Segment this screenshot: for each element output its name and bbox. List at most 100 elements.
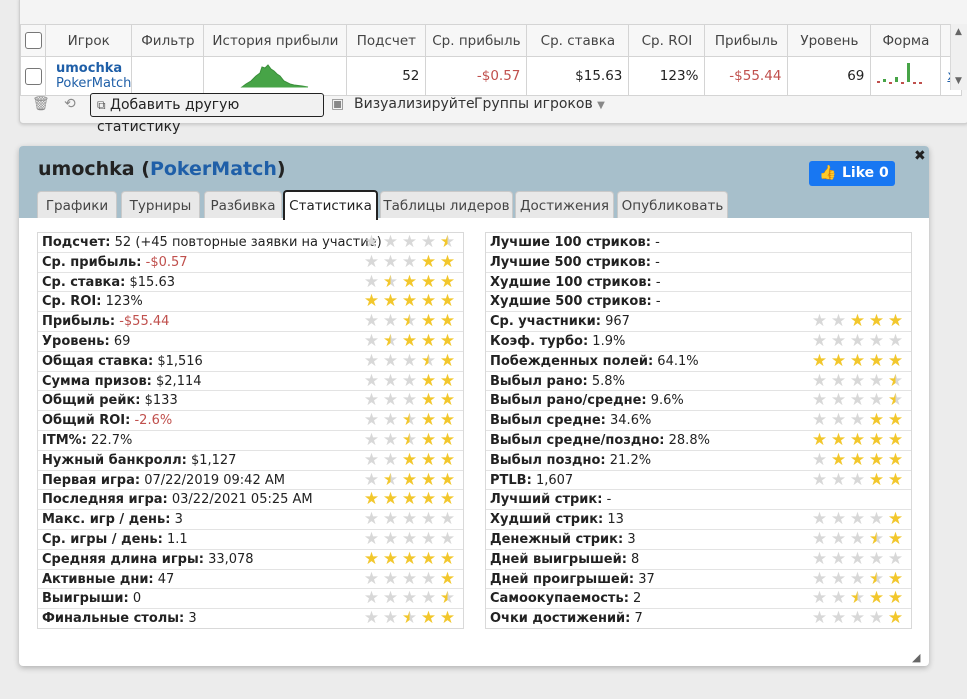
- star-icon: ★: [849, 469, 866, 490]
- stat-row: Первая игра: 07/22/2019 09:42 AM ★ ★ ★ ★ ★: [38, 471, 463, 491]
- stat-label: Сумма призов:: [42, 373, 152, 389]
- stat-label: Выбыл поздно:: [490, 452, 606, 468]
- stat-value: -: [655, 254, 660, 270]
- tab-tournaments[interactable]: Турниры: [121, 191, 200, 218]
- column-header-avg-stake[interactable]: Ср. ставка: [526, 24, 630, 57]
- stat-label: Средняя длина игры:: [42, 551, 204, 567]
- dialog-header[interactable]: umochka (PokerMatch) 👍 Like 0 ✖ Графики …: [19, 146, 929, 220]
- stat-row: PTLB: 1,607 ★ ★ ★ ★ ★: [486, 471, 911, 491]
- stat-value: 47: [157, 571, 175, 587]
- star-icon: ★: [830, 568, 847, 589]
- add-statistic-label: Добавить другую статистику: [97, 97, 240, 135]
- star-icon: ★: [363, 311, 380, 332]
- player-groups-dropdown[interactable]: Группы игроков ▼: [474, 96, 605, 112]
- column-header-avg-roi[interactable]: Ср. ROI: [628, 24, 706, 57]
- row-select-checkbox[interactable]: [24, 67, 42, 85]
- profit-history-sparkline: [240, 64, 309, 88]
- stat-row: Уровень: 69 ★ ★ ★ ★ ★: [38, 332, 463, 352]
- stat-row: Самоокупаемость: 2 ★ ★ ★ ★ ★: [486, 588, 911, 610]
- column-header-filter[interactable]: Фильтр: [131, 24, 205, 57]
- star-icon: ★: [363, 588, 380, 609]
- tab-publish[interactable]: Опубликовать: [617, 191, 728, 218]
- stat-row: Средняя длина игры: 33,078 ★ ★ ★ ★ ★: [38, 550, 463, 570]
- star-rating: ★ ★ ★ ★ ★: [810, 352, 905, 370]
- stat-label: Выбыл средне:: [490, 413, 606, 429]
- star-rating: ★ ★ ★ ★ ★: [362, 610, 457, 627]
- star-icon: ★: [439, 528, 456, 549]
- star-icon: ★: [382, 429, 399, 450]
- table-scrollbar[interactable]: ▲ ▼: [950, 24, 967, 90]
- column-header-level[interactable]: Уровень: [787, 24, 872, 57]
- star-icon: ★: [401, 588, 418, 609]
- star-icon: ★: [363, 608, 380, 629]
- star-icon: ★: [401, 489, 418, 510]
- star-rating: ★ ★ ★ ★ ★: [362, 332, 457, 350]
- column-header-form[interactable]: Форма: [870, 24, 942, 57]
- tab-statistics[interactable]: Статистика: [283, 190, 378, 220]
- stat-label: Выигрыши:: [42, 591, 129, 607]
- stat-row: Лучший стрик: -: [486, 490, 911, 511]
- star-icon: ★: [420, 489, 437, 510]
- star-icon: ★: [439, 311, 456, 332]
- column-header-avg-profit[interactable]: Ср. прибыль: [425, 24, 528, 57]
- column-header-player[interactable]: Игрок: [44, 24, 133, 57]
- visualize-link[interactable]: Визуализируйте: [354, 96, 475, 112]
- facebook-like-button[interactable]: 👍 Like 0: [809, 161, 895, 186]
- star-icon: ★: [830, 588, 847, 609]
- star-icon: ★: [868, 390, 885, 411]
- star-icon: ★: [382, 311, 399, 332]
- add-statistic-button[interactable]: ⧉ Добавить другую статистику: [90, 93, 324, 135]
- stat-label: PTLB:: [490, 472, 532, 488]
- star-icon: ★: [830, 330, 847, 351]
- scroll-down-icon[interactable]: ▼: [955, 76, 962, 86]
- table-toolbar: 🗑 ⟲ ⧉ Добавить другую статистику ▣ Визуа…: [20, 90, 967, 135]
- star-icon: ★: [382, 449, 399, 470]
- stat-value: 69: [113, 333, 131, 349]
- trash-icon[interactable]: 🗑: [32, 96, 50, 112]
- stat-row: Выбыл средне/поздно: 28.8% ★ ★ ★ ★ ★: [486, 431, 911, 451]
- column-header-profit[interactable]: Прибыль: [704, 24, 789, 57]
- star-icon: ★: [401, 350, 418, 371]
- resize-handle-icon[interactable]: ◢: [912, 651, 920, 664]
- player-name-link[interactable]: umochka: [47, 61, 131, 76]
- dialog-title-player: umochka: [38, 158, 135, 180]
- star-icon: ★: [420, 608, 437, 629]
- star-icon: ★: [363, 251, 380, 272]
- copy-icon: ⧉: [97, 98, 106, 112]
- column-header-profit-history[interactable]: История прибыли: [203, 24, 348, 57]
- stat-value: -2.6%: [134, 413, 173, 429]
- stat-label: Лучший стрик:: [490, 492, 603, 508]
- image-icon: ▣: [331, 96, 345, 112]
- tab-breakdown[interactable]: Разбивка: [204, 191, 282, 218]
- player-site-link[interactable]: PokerMatch: [47, 76, 131, 91]
- stat-row: Активные дни: 47 ★ ★ ★ ★ ★: [38, 570, 463, 590]
- star-icon: ★: [830, 469, 847, 490]
- star-icon: ★: [811, 410, 828, 431]
- close-icon[interactable]: ✖: [914, 148, 926, 164]
- tab-charts[interactable]: Графики: [37, 191, 117, 218]
- stat-value: 37: [638, 571, 655, 587]
- star-icon: ★: [401, 449, 418, 470]
- star-icon: ★: [868, 528, 885, 549]
- column-header-count[interactable]: Подсчет: [346, 24, 427, 57]
- star-icon: ★: [363, 509, 380, 530]
- stat-row: Очки достижений: 7 ★ ★ ★ ★ ★: [486, 609, 911, 628]
- star-icon: ★: [830, 608, 847, 629]
- select-all-checkbox[interactable]: [24, 32, 42, 49]
- stat-label: Ср. ставка:: [42, 274, 126, 290]
- tab-achievements[interactable]: Достижения: [515, 191, 614, 218]
- stat-value: 3: [188, 611, 197, 627]
- star-icon: ★: [887, 429, 904, 450]
- star-rating: ★ ★ ★ ★ ★: [362, 234, 457, 251]
- star-icon: ★: [382, 469, 399, 490]
- stat-row: Финальные столы: 3 ★ ★ ★ ★ ★: [38, 609, 463, 628]
- star-icon: ★: [439, 429, 456, 450]
- stat-label: Лучшие 100 стриков:: [490, 235, 651, 250]
- scroll-up-icon[interactable]: ▲: [955, 27, 962, 37]
- tab-leaderboards[interactable]: Таблицы лидеров: [380, 191, 513, 218]
- stat-row: Худший стрик: 13 ★ ★ ★ ★ ★: [486, 510, 911, 530]
- stat-label: Макс. игр / день:: [42, 512, 171, 528]
- stat-row: Ср. игры / день: 1.1 ★ ★ ★ ★ ★: [38, 530, 463, 550]
- stat-row: Ср. участники: 967 ★ ★ ★ ★ ★: [486, 312, 911, 332]
- refresh-icon[interactable]: ⟲: [64, 96, 76, 112]
